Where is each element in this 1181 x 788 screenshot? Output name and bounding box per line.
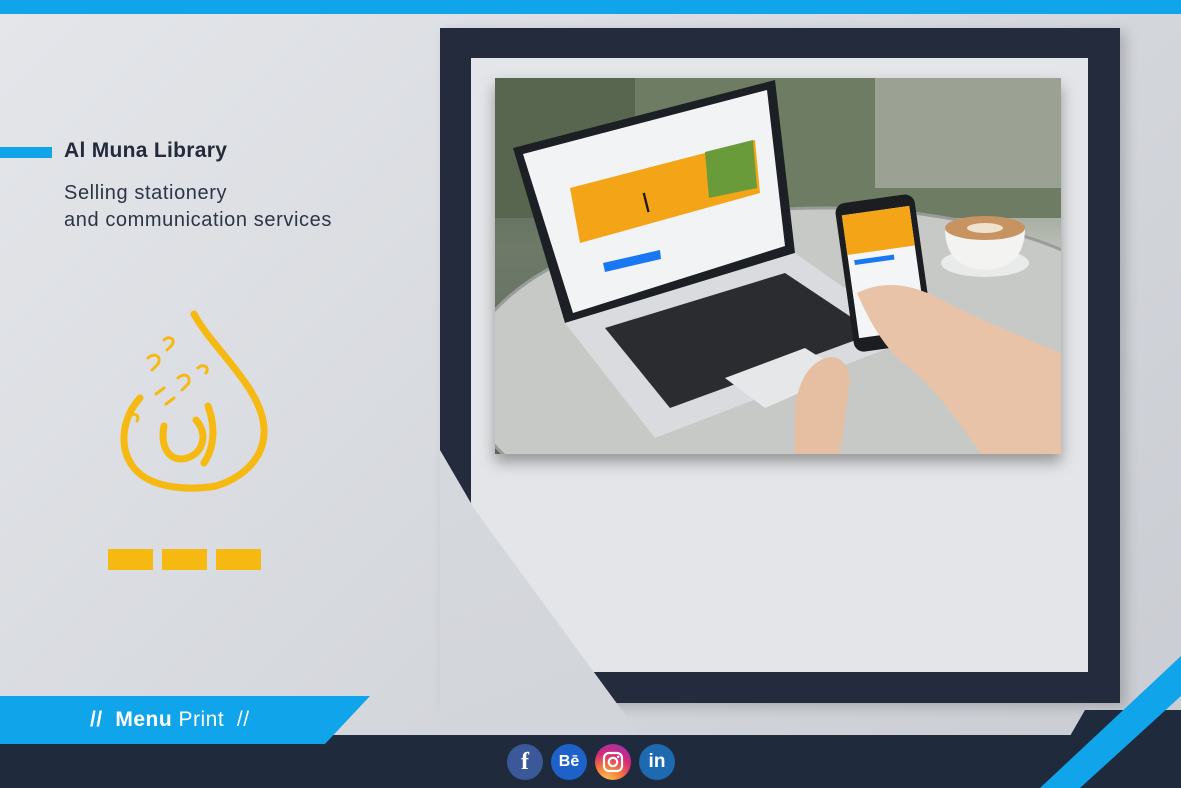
tagline-line-1: Selling stationery	[64, 182, 228, 204]
menu-prefix: //	[90, 708, 103, 731]
linkedin-icon[interactable]: in	[639, 744, 675, 780]
menu-bold-word: Menu	[115, 708, 173, 731]
behance-glyph: Bē	[558, 753, 580, 770]
yellow-dash-1	[108, 549, 153, 570]
instagram-icon[interactable]	[595, 744, 631, 780]
menu-print-label: // Menu Print //	[90, 708, 250, 732]
menu-suffix: //	[236, 708, 250, 731]
mockup-illustration: ا	[495, 78, 1061, 454]
brand-title: Al Muna Library	[64, 139, 228, 162]
facebook-icon[interactable]: f	[507, 744, 543, 780]
facebook-glyph: f	[521, 748, 529, 775]
top-accent-bar	[0, 0, 1181, 14]
instagram-glyph	[602, 751, 624, 773]
tagline-line-2: and communication services	[64, 209, 332, 231]
menu-light-word: Print	[178, 708, 225, 731]
linkedin-glyph: in	[648, 751, 666, 772]
arabic-logo	[120, 310, 268, 492]
mockup-photo: ا	[495, 78, 1061, 454]
yellow-dash-3	[216, 549, 261, 570]
yellow-dash-2	[162, 549, 207, 570]
brand-tagline: Selling stationery and communication ser…	[64, 180, 332, 234]
title-accent-bar	[0, 147, 52, 158]
behance-icon[interactable]: Bē	[551, 744, 587, 780]
